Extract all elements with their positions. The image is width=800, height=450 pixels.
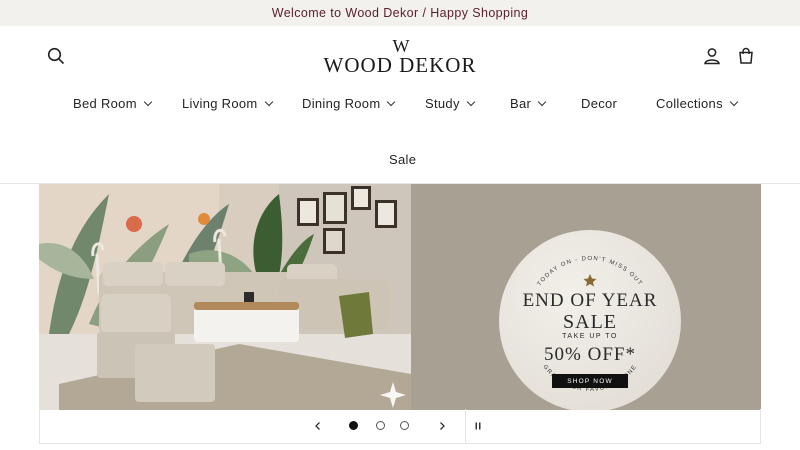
nav-item-label: Decor [581,96,618,111]
shop-now-button[interactable]: SHOP NOW [552,374,628,388]
nav-item-collections[interactable]: Collections [656,96,739,111]
nav-item-study[interactable]: Study [425,96,475,111]
site-header: W WOOD DEKOR Bed Room Living Room Dining… [0,26,800,184]
announcement-text: Welcome to Wood Dekor / Happy Shopping [271,6,529,20]
nav-item-label: Collections [656,96,723,111]
badge-line-4: 50% OFF* [544,344,636,365]
logo-wordmark: WOOD DEKOR [323,53,477,77]
account-icon[interactable] [697,41,727,71]
search-icon[interactable] [41,41,71,71]
chevron-down-icon [729,97,739,107]
nav-item-label: Living Room [182,96,258,111]
chevron-down-icon [387,97,396,107]
announcement-bar: Welcome to Wood Dekor / Happy Shopping [0,0,800,26]
badge-line-1: END OF YEAR [522,290,658,311]
chevron-down-icon [537,97,547,107]
slide-dot-3[interactable] [400,421,409,430]
nav-item-bed-room[interactable]: Bed Room [73,96,153,111]
nav-item-dining-room[interactable]: Dining Room [302,96,396,111]
nav-item-decor[interactable]: Decor [581,96,617,111]
chevron-right-icon[interactable] [432,416,452,436]
chevron-down-icon [143,97,153,107]
sale-badge: TODAY ON - DON'T MISS OUT GRAB YOUR FAVO… [499,230,681,410]
logo-mark: W [392,36,410,56]
hero-image-living-room [39,184,411,410]
nav-item-living-room[interactable]: Living Room [182,96,273,111]
slider-controls [39,409,761,444]
divider [465,409,466,443]
star-icon [583,274,597,287]
nav-item-bar[interactable]: Bar [510,96,547,111]
slide-dot-2[interactable] [376,421,385,430]
site-logo[interactable]: W WOOD DEKOR [300,36,500,78]
badge-line-3: TAKE UP TO [562,333,618,340]
nav-item-label: Sale [389,152,417,167]
chevron-down-icon [264,97,273,107]
nav-item-label: Study [425,96,460,111]
pause-icon[interactable] [468,416,488,436]
hero-sale-panel: TODAY ON - DON'T MISS OUT GRAB YOUR FAVO… [411,184,761,410]
nav-item-label: Bed Room [73,96,137,111]
chevron-left-icon[interactable] [308,416,328,436]
badge-line-2: SALE [563,311,617,333]
nav-item-sale[interactable]: Sale [389,152,416,167]
chevron-down-icon [466,97,475,107]
slide-dot-1[interactable] [349,421,358,430]
cart-icon[interactable] [731,41,761,71]
nav-item-label: Dining Room [302,96,381,111]
hero-banner[interactable]: TODAY ON - DON'T MISS OUT GRAB YOUR FAVO… [39,184,761,410]
nav-item-label: Bar [510,96,532,111]
